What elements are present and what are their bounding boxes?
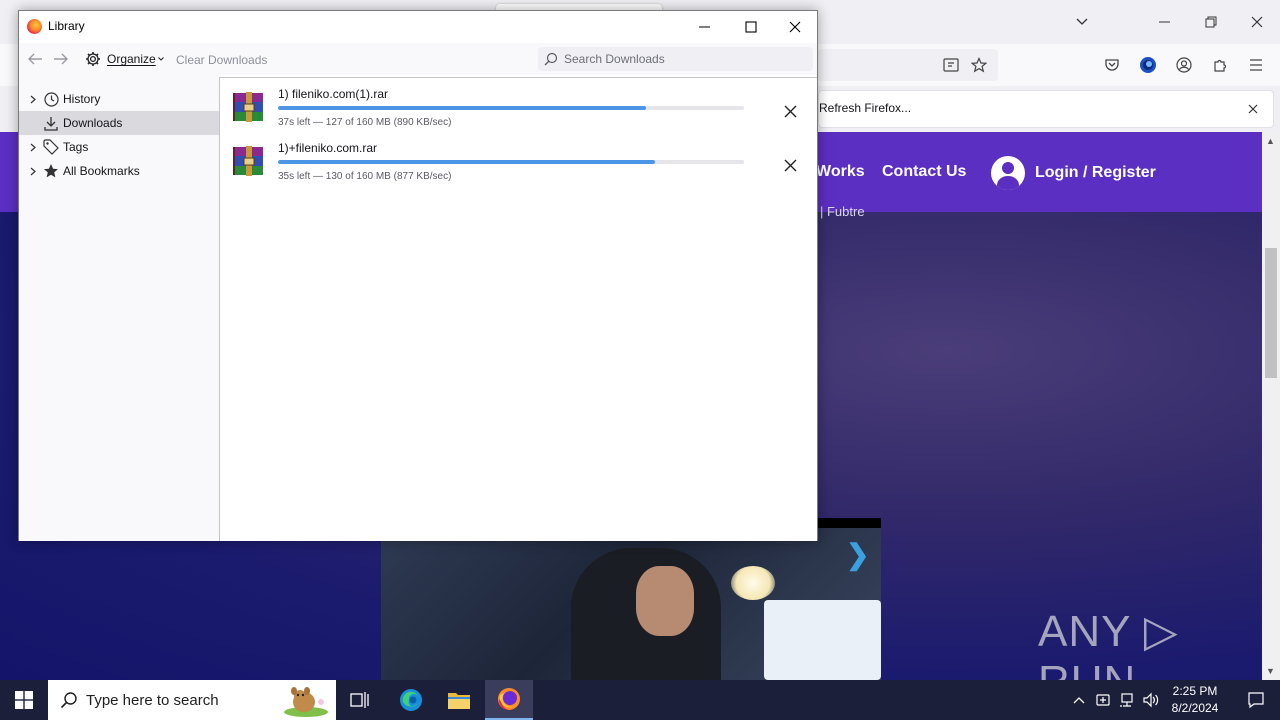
library-window: Library Organize Clear Downloads Search … [18, 10, 818, 541]
organize-menu-button[interactable]: Organize [85, 50, 164, 68]
clock-icon [43, 91, 59, 107]
search-icon [60, 691, 78, 709]
volume-icon[interactable] [1142, 691, 1160, 709]
scrollbar-thumb[interactable] [1265, 248, 1277, 378]
extension-globe-icon[interactable] [1137, 54, 1159, 76]
bookmark-star-icon[interactable] [968, 54, 990, 76]
firefox-taskbar-icon[interactable] [485, 680, 533, 720]
hamburger-menu-icon[interactable] [1245, 54, 1267, 76]
nav-link-how-it-works[interactable]: Works [816, 163, 865, 181]
image-strip [818, 518, 881, 528]
download-progress-bar [278, 160, 744, 164]
show-hidden-icons-chevron-icon[interactable] [1070, 691, 1088, 709]
library-close-icon[interactable] [772, 13, 818, 41]
download-progress-fill [278, 160, 656, 164]
library-sidebar: History Downloads Tags All Bookmarks [19, 75, 219, 541]
refresh-firefox-button[interactable]: Refresh Firefox... [819, 101, 911, 115]
firefox-logo-icon [27, 19, 42, 34]
clock-time: 2:25 PM [1172, 684, 1218, 698]
sidebar-item-all-bookmarks[interactable]: All Bookmarks [19, 159, 219, 183]
sidebar-item-history[interactable]: History [19, 87, 219, 111]
download-icon [43, 115, 59, 131]
library-title: Library [48, 19, 85, 33]
rar-archive-icon [233, 145, 265, 177]
library-maximize-icon[interactable] [728, 13, 774, 41]
download-item[interactable]: 1)+fileniko.com.rar 35s left — 130 of 16… [220, 135, 817, 189]
taskbar-search-box[interactable]: Type here to search [48, 680, 336, 720]
windows-start-icon[interactable] [0, 680, 48, 720]
notification-close-icon[interactable] [1243, 99, 1263, 119]
file-explorer-icon[interactable] [435, 680, 483, 720]
sidebar-item-label: Tags [63, 140, 89, 154]
expand-chevron-icon[interactable] [27, 143, 39, 152]
download-progress-bar [278, 106, 744, 110]
task-view-icon[interactable] [336, 680, 384, 720]
search-icon [544, 52, 558, 66]
security-tray-icon[interactable] [1094, 691, 1112, 709]
login-register-link[interactable]: Login / Register [991, 156, 1156, 190]
download-progress-fill [278, 106, 647, 110]
hero-image: ❯ [381, 518, 881, 680]
scroll-down-icon[interactable]: ▼ [1266, 666, 1275, 676]
sidebar-item-downloads[interactable]: Downloads [19, 111, 219, 135]
sidebar-item-label: Downloads [63, 116, 123, 130]
clear-downloads-button[interactable]: Clear Downloads [176, 53, 267, 67]
user-avatar-icon [991, 156, 1025, 190]
close-icon[interactable] [1243, 8, 1271, 36]
rar-archive-icon [233, 91, 265, 123]
edge-browser-icon[interactable] [387, 680, 435, 720]
expand-chevron-icon[interactable] [27, 95, 39, 104]
library-toolbar: Organize Clear Downloads [19, 43, 817, 75]
download-filename: 1)+fileniko.com.rar [278, 141, 378, 155]
download-filename: 1) fileniko.com(1).rar [278, 87, 389, 101]
organize-label: Organize [107, 52, 156, 66]
forward-arrow-icon[interactable] [52, 50, 70, 68]
downloads-list: 1) fileniko.com(1).rar 37s left — 127 of… [219, 77, 817, 541]
chevron-right-icon: ❯ [846, 539, 870, 570]
sidebar-item-label: History [63, 92, 101, 106]
library-titlebar: Library [19, 11, 817, 43]
account-icon[interactable] [1173, 54, 1195, 76]
sidebar-item-tags[interactable]: Tags [19, 135, 219, 159]
laptop-screen [764, 600, 881, 680]
taskbar-clock[interactable]: 2:25 PM 8/2/2024 [1160, 683, 1230, 717]
reader-view-icon[interactable] [940, 54, 962, 76]
star-icon [43, 163, 59, 179]
anyrun-watermark: ANY ▷ RUN [1038, 607, 1179, 680]
windows-taskbar: Type here to search 2:25 PM 8/2/2024 [0, 680, 1280, 720]
lamp-light [731, 566, 775, 600]
search-downloads-input[interactable] [564, 52, 804, 66]
pocket-icon[interactable] [1101, 54, 1123, 76]
back-arrow-icon[interactable] [26, 50, 44, 68]
download-status: 35s left — 130 of 160 MB (877 KB/sec) [278, 171, 452, 182]
dropdown-caret-icon [157, 57, 164, 61]
scroll-up-icon[interactable]: ▲ [1266, 136, 1275, 146]
search-downloads-box[interactable] [538, 47, 813, 71]
tag-icon [43, 139, 59, 155]
cancel-download-icon[interactable] [778, 153, 802, 177]
clock-date: 8/2/2024 [1171, 701, 1219, 715]
notification-center-icon[interactable] [1236, 680, 1276, 720]
refresh-firefox-notification: Refresh Firefox... [818, 90, 1274, 128]
network-icon[interactable] [1118, 691, 1136, 709]
login-register-label: Login / Register [1035, 164, 1156, 181]
page-scrollbar[interactable]: ▲ ▼ [1262, 132, 1280, 680]
hero-subtext: | Fubtre [820, 204, 865, 219]
minimize-icon[interactable] [1151, 8, 1179, 36]
nav-link-contact-us[interactable]: Contact Us [882, 163, 966, 181]
sidebar-item-label: All Bookmarks [63, 164, 140, 178]
person-face [636, 566, 694, 636]
download-status: 37s left — 127 of 160 MB (890 KB/sec) [278, 117, 452, 128]
taskbar-search-placeholder: Type here to search [86, 691, 219, 709]
search-highlight-mascot-icon [280, 682, 330, 718]
download-item[interactable]: 1) fileniko.com(1).rar 37s left — 127 of… [220, 81, 817, 135]
cancel-download-icon[interactable] [778, 99, 802, 123]
extensions-puzzle-icon[interactable] [1209, 54, 1231, 76]
library-minimize-icon[interactable] [682, 13, 728, 41]
gear-icon [85, 51, 101, 67]
list-all-tabs-icon[interactable] [1068, 8, 1096, 36]
expand-chevron-icon[interactable] [27, 167, 39, 176]
restore-icon[interactable] [1197, 8, 1225, 36]
